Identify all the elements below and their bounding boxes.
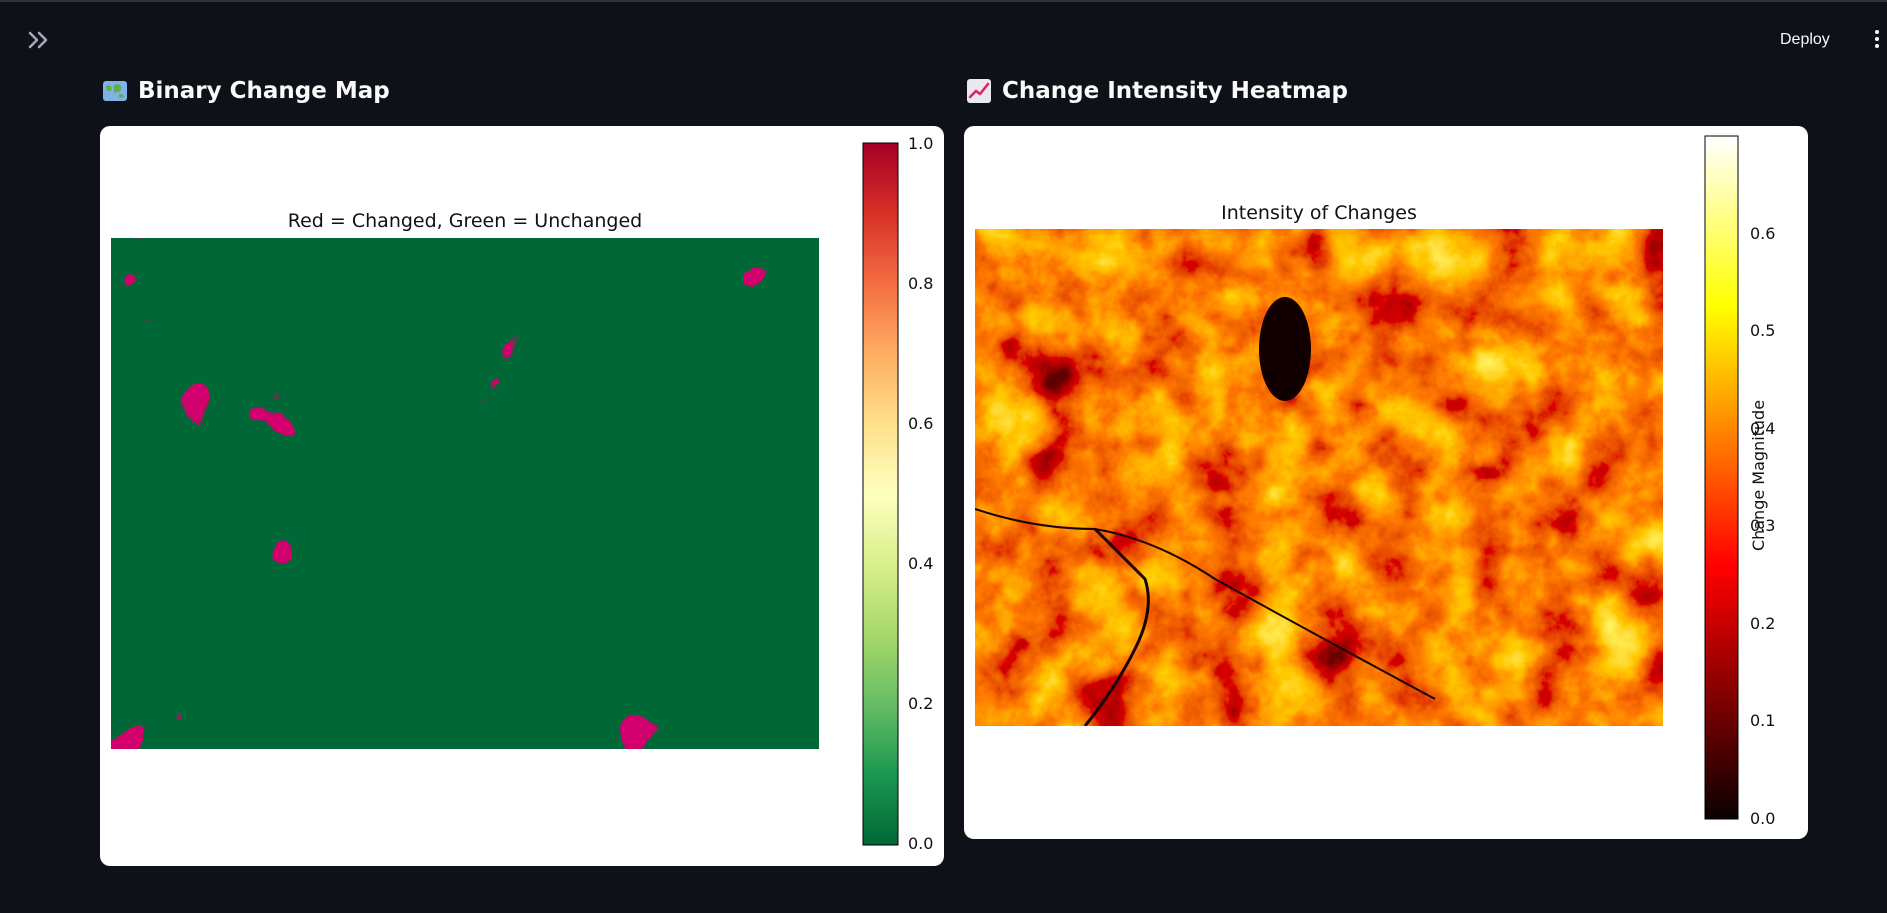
- colorbar-tick-label: 0.4: [908, 554, 934, 573]
- right-section-title-text: Change Intensity Heatmap: [1002, 78, 1348, 104]
- intensity-map-title: Intensity of Changes: [1221, 202, 1417, 224]
- chart-increasing-icon: [967, 79, 991, 103]
- colorbar-tick-label: 0.6: [908, 414, 934, 433]
- binary-change-map-card: Red = Changed, Green = Unchanged 0.0 0.2…: [100, 126, 944, 866]
- left-section-title-text: Binary Change Map: [138, 78, 390, 104]
- colorbar-tick-label: 0.5: [1750, 321, 1776, 341]
- top-border: [0, 0, 1887, 2]
- intensity-colorbar: [1704, 135, 1739, 820]
- colorbar-tick-label: 0.4: [1750, 418, 1776, 438]
- world-map-icon: [103, 81, 127, 101]
- double-chevron-right-icon[interactable]: [26, 28, 52, 52]
- colorbar-tick-label: 0.2: [1750, 613, 1776, 633]
- colorbar-tick-label: 0.3: [1750, 516, 1776, 536]
- left-section-title: Binary Change Map: [102, 74, 390, 108]
- colorbar-tick-label: 0.8: [908, 274, 934, 293]
- colorbar-tick-label: 0.1: [1750, 711, 1776, 731]
- colorbar-tick-label: 0.6: [1750, 223, 1776, 243]
- binary-colorbar: [862, 142, 899, 846]
- colorbar-tick-label: 0.2: [908, 694, 934, 713]
- kebab-menu-icon[interactable]: [1873, 28, 1881, 50]
- change-intensity-card: Intensity of Changes Change Magnitude 0.…: [964, 126, 1808, 839]
- colorbar-tick-label: 0.0: [908, 834, 934, 853]
- binary-change-heatmap: [111, 238, 819, 749]
- binary-map-title: Red = Changed, Green = Unchanged: [287, 210, 643, 232]
- change-intensity-heatmap: [975, 229, 1663, 726]
- colorbar-tick-label: 1.0: [908, 134, 934, 153]
- deploy-button[interactable]: Deploy: [1780, 26, 1830, 54]
- colorbar-tick-label: 0.0: [1750, 809, 1776, 828]
- right-section-title: Change Intensity Heatmap: [966, 74, 1348, 108]
